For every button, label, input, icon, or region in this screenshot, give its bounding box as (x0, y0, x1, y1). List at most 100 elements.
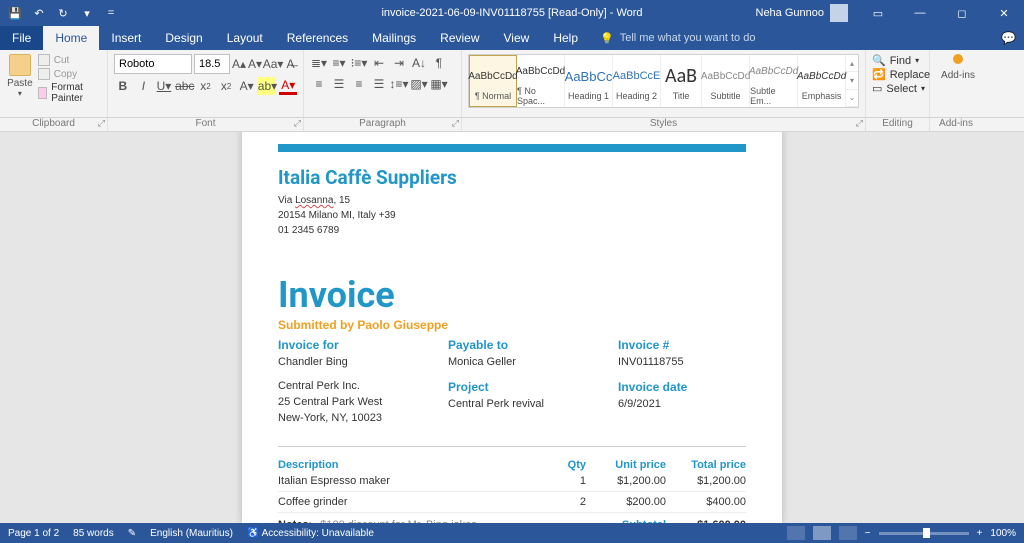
qat-customize-icon[interactable]: ▾ (78, 4, 96, 22)
font-name-select[interactable] (114, 54, 192, 74)
close-button[interactable]: ✕ (984, 0, 1024, 26)
text-effects-icon[interactable]: A▾ (238, 77, 256, 95)
style-preview: AaBbCcDd (468, 61, 517, 91)
status-accessibility[interactable]: ♿ Accessibility: Unavailable (247, 528, 374, 539)
paragraph-dialog-icon[interactable]: ⤢ (452, 118, 459, 129)
status-language[interactable]: English (Mauritius) (150, 528, 233, 539)
cut-button[interactable]: Cut (38, 54, 101, 66)
justify-icon[interactable]: ☰ (370, 75, 388, 93)
invoice-for-name: Chandler Bing (278, 356, 438, 368)
style-emphasis[interactable]: AaBbCcDdEmphasis (798, 55, 846, 107)
highlight-icon[interactable]: ab▾ (258, 77, 276, 95)
bullets-icon[interactable]: ≣▾ (310, 54, 328, 72)
bold-button[interactable]: B (114, 77, 132, 95)
zoom-out-icon[interactable]: − (865, 528, 871, 539)
tab-mailings[interactable]: Mailings (360, 26, 428, 50)
style-subtle-emphasis[interactable]: AaBbCcDdSubtle Em... (750, 55, 798, 107)
undo-icon[interactable]: ↶ (30, 4, 48, 22)
tab-insert[interactable]: Insert (99, 26, 153, 50)
sort-icon[interactable]: A↓ (410, 54, 428, 72)
quick-access-toolbar: 💾 ↶ ↻ ▾ = (0, 4, 126, 22)
styles-expand-icon[interactable]: ⌄ (846, 90, 858, 107)
styles-scroll-up-icon[interactable]: ▴ (846, 55, 858, 72)
replace-button[interactable]: 🔁Replace (872, 68, 923, 81)
styles-gallery: AaBbCcDd¶ Normal AaBbCcDd¶ No Spac... Aa… (468, 54, 859, 108)
decrease-font-icon[interactable]: A▾ (248, 55, 262, 73)
tell-me-search[interactable]: 💡 Tell me what you want to do (600, 26, 755, 50)
document-area[interactable]: Italia Caffè Suppliers Via Losanna, 15 2… (0, 132, 1024, 523)
web-layout-icon[interactable] (839, 526, 857, 540)
user-account[interactable]: Neha Gunnoo (748, 4, 857, 22)
page[interactable]: Italia Caffè Suppliers Via Losanna, 15 2… (242, 132, 782, 523)
paste-dropdown-icon[interactable]: ▾ (18, 89, 22, 98)
redo-icon[interactable]: ↻ (54, 4, 72, 22)
font-size-select[interactable] (194, 54, 230, 74)
font-dialog-icon[interactable]: ⤢ (294, 118, 301, 129)
decrease-indent-icon[interactable]: ⇤ (370, 54, 388, 72)
copy-label: Copy (54, 69, 77, 80)
select-button[interactable]: ▭Select▾ (872, 82, 923, 95)
status-words[interactable]: 85 words (73, 528, 114, 539)
style-no-spacing[interactable]: AaBbCcDd¶ No Spac... (517, 55, 565, 107)
zoom-level[interactable]: 100% (990, 528, 1016, 539)
font-color-icon[interactable]: A▾ (279, 77, 297, 95)
multilevel-list-icon[interactable]: ⁝≡▾ (350, 54, 368, 72)
save-icon[interactable]: 💾 (6, 4, 24, 22)
borders-icon[interactable]: ▦▾ (430, 75, 448, 93)
style-heading2[interactable]: AaBbCcEHeading 2 (613, 55, 661, 107)
underline-button[interactable]: U▾ (155, 77, 173, 95)
status-page[interactable]: Page 1 of 2 (8, 528, 59, 539)
change-case-icon[interactable]: Aa▾ (264, 55, 282, 73)
styles-dialog-icon[interactable]: ⤢ (856, 118, 863, 129)
style-title[interactable]: AaBTitle (661, 55, 702, 107)
paste-button[interactable]: Paste ▾ (6, 54, 34, 115)
tab-design[interactable]: Design (153, 26, 214, 50)
align-left-icon[interactable]: ≡ (310, 75, 328, 93)
spellcheck-icon[interactable]: ✎ (128, 528, 136, 539)
numbering-icon[interactable]: ≡▾ (330, 54, 348, 72)
addins-button[interactable]: Add-ins (936, 54, 980, 81)
shading-icon[interactable]: ▨▾ (410, 75, 428, 93)
zoom-in-icon[interactable]: + (977, 528, 983, 539)
style-subtitle[interactable]: AaBbCcDdSubtitle (702, 55, 750, 107)
align-center-icon[interactable]: ☰ (330, 75, 348, 93)
submitted-by: Submitted by Paolo Giuseppe (278, 318, 746, 332)
align-right-icon[interactable]: ≡ (350, 75, 368, 93)
copy-button[interactable]: Copy (38, 68, 101, 80)
tab-help[interactable]: Help (541, 26, 590, 50)
subscript-button[interactable]: x2 (197, 77, 215, 95)
italic-button[interactable]: I (135, 77, 153, 95)
clipboard-dialog-icon[interactable]: ⤢ (98, 118, 105, 129)
print-layout-icon[interactable] (813, 526, 831, 540)
tab-file[interactable]: File (0, 26, 43, 50)
line-spacing-icon[interactable]: ↕≡▾ (390, 75, 408, 93)
format-painter-button[interactable]: Format Painter (38, 82, 101, 104)
style-heading1[interactable]: AaBbCcHeading 1 (565, 55, 613, 107)
zoom-slider[interactable] (879, 532, 969, 535)
tab-review[interactable]: Review (428, 26, 491, 50)
separator (278, 446, 746, 447)
minimize-button[interactable]: — (900, 0, 940, 26)
clear-formatting-icon[interactable]: A̶ (284, 55, 297, 73)
zoom-thumb[interactable] (923, 528, 930, 538)
tab-view[interactable]: View (492, 26, 542, 50)
find-button[interactable]: 🔍Find▾ (872, 54, 923, 67)
title-bar: 💾 ↶ ↻ ▾ = invoice-2021-06-09-INV01118755… (0, 0, 1024, 26)
increase-font-icon[interactable]: A▴ (232, 55, 246, 73)
maximize-button[interactable]: ◻ (942, 0, 982, 26)
ribbon-tabs: File Home Insert Design Layout Reference… (0, 26, 1024, 50)
tab-home[interactable]: Home (43, 26, 99, 50)
increase-indent-icon[interactable]: ⇥ (390, 54, 408, 72)
styles-scroll-down-icon[interactable]: ▾ (846, 72, 858, 89)
read-mode-icon[interactable] (787, 526, 805, 540)
addins-group-label: Add-ins (930, 118, 982, 131)
style-normal[interactable]: AaBbCcDd¶ Normal (469, 55, 517, 107)
ribbon-display-options-icon[interactable]: ▭ (858, 0, 898, 26)
strikethrough-button[interactable]: abc (176, 77, 194, 95)
tab-layout[interactable]: Layout (215, 26, 275, 50)
superscript-button[interactable]: x2 (217, 77, 235, 95)
show-paragraph-marks-icon[interactable]: ¶ (430, 54, 448, 72)
tab-references[interactable]: References (275, 26, 360, 50)
qat-separator: = (102, 4, 120, 22)
share-button[interactable]: 💬 (1001, 26, 1016, 50)
